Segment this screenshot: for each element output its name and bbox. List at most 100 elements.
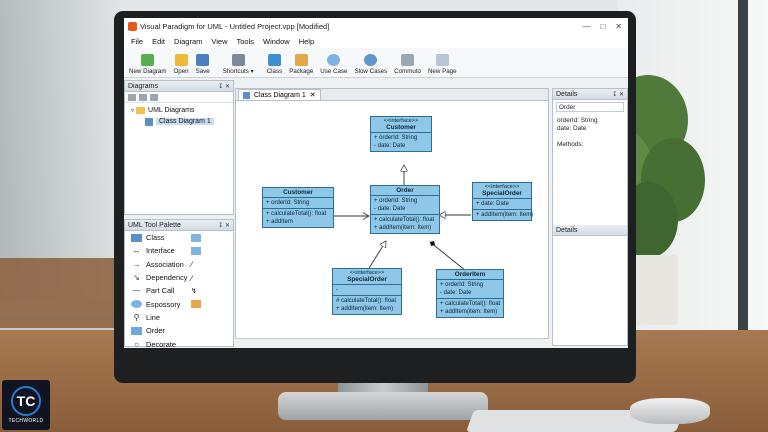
maximize-icon[interactable]: □ [600,22,605,31]
app-window: Visual Paradigm for UML - Untitled Proje… [124,18,628,348]
shortcuts-icon [231,54,245,66]
pin-icon: ⚲ [133,312,140,322]
collapse-icon[interactable] [139,94,147,101]
class-diagram-icon [145,117,153,126]
tree-item-class-diagram[interactable]: Class Diagram 1 [131,116,233,127]
use-case-button[interactable]: Use Case [317,54,350,75]
menu-diagram[interactable]: Diagram [174,37,202,46]
dependency-line-icon: ∕ [191,273,193,283]
association-line-icon: ∕ [191,260,193,270]
palette-item-order[interactable]: Order [125,324,233,337]
chevron-down-icon: ▾ [250,68,254,75]
panel-pin-icon[interactable]: ↧ ✕ [612,91,627,98]
new-diagram-icon [141,54,155,66]
shortcuts-button[interactable]: Shortcuts ▾ [220,54,257,75]
class-order-item[interactable]: OrderItem + orderId: String - date: Date… [436,269,504,318]
tree-item-uml-diagrams[interactable]: ▿ UML Diagrams [131,105,233,116]
class-customer[interactable]: Customer + orderId: String + calculateTo… [262,187,334,228]
class-special-order-interface[interactable]: <<interface>> SpecialOrder + date: Date … [472,182,533,221]
menu-view[interactable]: View [211,37,227,46]
details-name-field[interactable]: Order [556,102,624,112]
use-case-icon [327,54,341,66]
commuto-icon [401,54,415,66]
close-icon[interactable]: ✕ [615,22,622,31]
dependency-arrow-icon: ↘ [133,273,140,283]
uml-tool-palette: UML Tool Palette ↧ ✕ Class ↔ Interface →… [124,219,234,348]
class-order[interactable]: Order + orderId: String - date: Date + c… [370,185,440,234]
folder-icon [131,326,142,335]
details-attributes: orderId: String date: Date [557,117,598,132]
new-page-button[interactable]: New Page [425,54,460,75]
save-icon [196,54,210,66]
ellipse-icon [131,300,142,309]
background-window-frame [738,0,748,340]
minimize-icon[interactable]: — [582,22,590,31]
folder-icon [191,300,201,309]
save-button[interactable]: Save [193,54,213,75]
details-title: Details [556,90,578,98]
slow-cases-button[interactable]: Slow Cases [351,54,390,75]
tab-class-diagram-1[interactable]: Class Diagram 1 ✕ [238,89,321,100]
menu-edit[interactable]: Edit [152,37,165,46]
logo-mark: TC [11,386,41,416]
palette-item-decorate[interactable]: ○ Decorate [125,337,233,348]
palette-item-dependency[interactable]: ↘ Dependency ∕ [125,271,233,284]
interface-arrow-icon: ↔ [132,246,141,256]
diagram-tree: ▿ UML Diagrams Class Diagram 1 [125,103,233,127]
interface-alt-icon [191,246,201,255]
panel-pin-icon[interactable]: ↧ ✕ [218,222,233,229]
diagram-canvas[interactable]: Class Diagram 1 ✕ <<interface>> Customer… [235,88,549,346]
palette-item-class[interactable]: Class [125,231,233,244]
refresh-icon[interactable] [150,94,158,101]
toolbar: New Diagram Open Save Shortcuts ▾ Class … [124,48,628,78]
window-title: Visual Paradigm for UML - Untitled Proje… [140,21,330,31]
new-page-icon [435,54,449,66]
diagrams-panel-title: Diagrams [128,82,158,90]
class-special-order[interactable]: <<interface>> SpecialOrder - # calculate… [332,268,402,315]
open-button[interactable]: Open [170,54,191,75]
composition-order-item [429,241,467,272]
palette-item-association[interactable]: → Association ∕ [125,258,233,271]
channel-logo: TC TECHWORLD [2,380,50,430]
association-arrow-icon: → [132,259,141,269]
part-call-alt-icon: ↯ [191,287,197,295]
expand-icon[interactable] [128,94,136,101]
menu-help[interactable]: Help [299,37,314,46]
class-alt-icon [191,233,201,242]
palette-item-line[interactable]: ⚲ Line [125,311,233,324]
tree-collapse-icon[interactable]: ▿ [131,107,134,114]
background-shelf [0,258,130,328]
workspace: Diagrams ↧ ✕ ▿ UML Diagrams Class Diagra… [124,78,628,348]
class-button[interactable]: Class [264,54,285,75]
palette-header: UML Tool Palette ↧ ✕ [125,220,233,231]
monitor-stand-base [278,392,488,420]
package-icon [294,54,308,66]
package-button[interactable]: Package [286,54,316,75]
menu-tools[interactable]: Tools [237,37,255,46]
palette-title: UML Tool Palette [128,221,181,229]
title-bar: Visual Paradigm for UML - Untitled Proje… [124,18,628,34]
menu-file[interactable]: File [131,37,143,46]
class-customer-interface[interactable]: <<interface>> Customer + orderId: String… [370,116,432,152]
folder-icon [174,54,188,66]
details-header: Details ↧ ✕ [553,89,627,100]
palette-item-interface[interactable]: ↔ Interface [125,244,233,257]
tab-close-icon[interactable]: ✕ [310,91,316,99]
palette-item-part-call[interactable]: — Part Call ↯ [125,284,233,297]
class-icon [267,54,281,66]
details-footer-header: Details [553,225,627,236]
menu-window[interactable]: Window [263,37,290,46]
commuto-button[interactable]: Commuto [391,54,424,75]
panel-pin-icon[interactable]: ↧ ✕ [218,83,233,90]
part-call-icon: — [132,286,141,296]
diagrams-panel: Diagrams ↧ ✕ ▿ UML Diagrams Class Diagra… [124,80,234,215]
canvas-horizontal-scrollbar[interactable] [235,338,549,346]
slow-cases-icon [364,54,378,66]
decorate-icon: ○ [134,339,139,348]
mouse [630,398,710,424]
background-window-left [0,0,120,300]
palette-item-espossory[interactable]: Espossory [125,297,233,310]
new-diagram-button[interactable]: New Diagram [126,54,169,75]
menu-bar: File Edit Diagram View Tools Window Help [124,34,628,48]
app-logo-icon [128,21,137,31]
